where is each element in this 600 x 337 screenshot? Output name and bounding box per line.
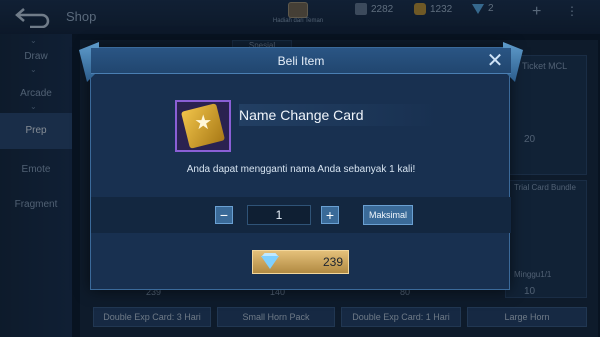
item-name: Name Change Card: [239, 104, 439, 126]
increase-quantity-button[interactable]: +: [321, 206, 339, 224]
star-icon: ★: [194, 111, 213, 134]
buy-button[interactable]: 239: [252, 250, 349, 274]
decrease-quantity-button[interactable]: −: [215, 206, 233, 224]
item-description: Anda dapat mengganti nama Anda sebanyak …: [186, 164, 416, 175]
buy-price: 239: [322, 255, 343, 269]
dialog-header: Beli Item ✕: [91, 48, 511, 74]
dialog-title: Beli Item: [277, 54, 325, 68]
max-quantity-button[interactable]: Maksimal: [363, 205, 413, 225]
name-change-card-icon: ★: [180, 103, 226, 149]
diamond-icon: [261, 256, 279, 269]
quantity-input[interactable]: 1: [247, 205, 311, 225]
quantity-selector: − 1 + Maksimal: [91, 197, 511, 233]
close-icon[interactable]: ✕: [485, 51, 505, 71]
purchase-dialog: Beli Item ✕ ★ Name Change Card Anda dapa…: [79, 42, 523, 290]
item-thumbnail: ★: [175, 100, 231, 152]
